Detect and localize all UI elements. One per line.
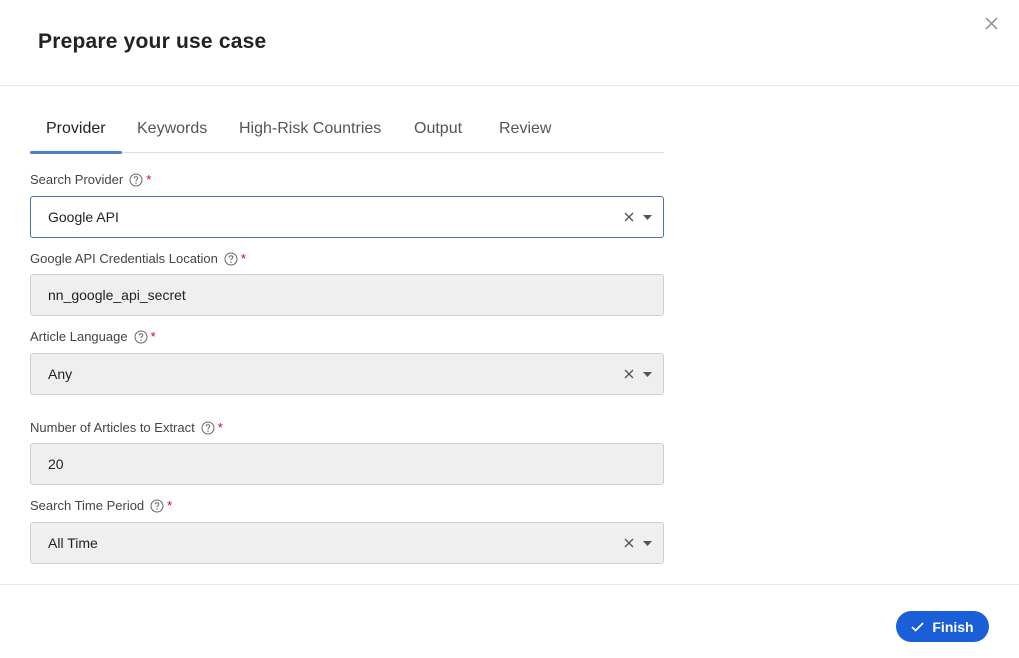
article-language-label: Article Language * (30, 329, 156, 344)
finish-label: Finish (932, 618, 974, 635)
close-button[interactable] (982, 14, 1002, 34)
modal-footer: Finish (0, 584, 1019, 658)
article-language-label-text: Article Language (30, 329, 128, 344)
search-provider-label-text: Search Provider (30, 172, 124, 187)
check-icon (911, 621, 925, 632)
search-provider-label: Search Provider * (30, 172, 151, 187)
credentials-location-input[interactable]: nn_google_api_secret (30, 274, 664, 316)
credentials-location-label-text: Google API Credentials Location (30, 251, 218, 266)
article-language-select[interactable]: Any (30, 353, 664, 395)
credentials-location-label: Google API Credentials Location * (30, 251, 246, 266)
time-period-select[interactable]: All Time (30, 522, 664, 564)
help-icon[interactable] (150, 499, 164, 513)
num-articles-value: 20 (48, 456, 64, 472)
num-articles-label-text: Number of Articles to Extract (30, 420, 195, 435)
clear-icon[interactable] (623, 537, 635, 549)
caret-down-icon[interactable] (643, 215, 652, 221)
time-period-label: Search Time Period * (30, 498, 172, 513)
search-provider-select[interactable]: Google API (30, 196, 664, 238)
required-mark: * (167, 498, 173, 513)
required-mark: * (217, 420, 223, 435)
credentials-location-value: nn_google_api_secret (48, 287, 186, 303)
tab-provider[interactable]: Provider (46, 120, 106, 138)
tab-keywords[interactable]: Keywords (137, 120, 207, 138)
help-icon[interactable] (129, 173, 143, 187)
caret-down-icon[interactable] (643, 541, 652, 547)
article-language-value: Any (48, 366, 73, 382)
modal-header: Prepare your use case (0, 0, 1019, 86)
num-articles-input[interactable]: 20 (30, 443, 664, 485)
finish-button[interactable]: Finish (896, 611, 989, 642)
time-period-label-text: Search Time Period (30, 498, 145, 513)
search-provider-value: Google API (48, 209, 119, 225)
clear-icon[interactable] (623, 211, 635, 223)
required-mark: * (240, 251, 246, 266)
help-icon[interactable] (224, 252, 238, 266)
caret-down-icon[interactable] (643, 372, 652, 378)
tab-output[interactable]: Output (414, 120, 462, 138)
required-mark: * (150, 329, 156, 344)
time-period-value: All Time (48, 535, 98, 551)
num-articles-label: Number of Articles to Extract * (30, 420, 223, 435)
required-mark: * (146, 172, 152, 187)
tab-review[interactable]: Review (499, 120, 551, 138)
active-tab-indicator (30, 151, 122, 154)
tab-bar: Provider Keywords High-Risk Countries Ou… (30, 106, 664, 154)
clear-icon[interactable] (623, 368, 635, 380)
tab-high-risk-countries[interactable]: High-Risk Countries (239, 120, 381, 138)
help-icon[interactable] (134, 330, 148, 344)
close-icon (985, 17, 998, 30)
modal-title: Prepare your use case (38, 30, 267, 53)
help-icon[interactable] (201, 421, 215, 435)
